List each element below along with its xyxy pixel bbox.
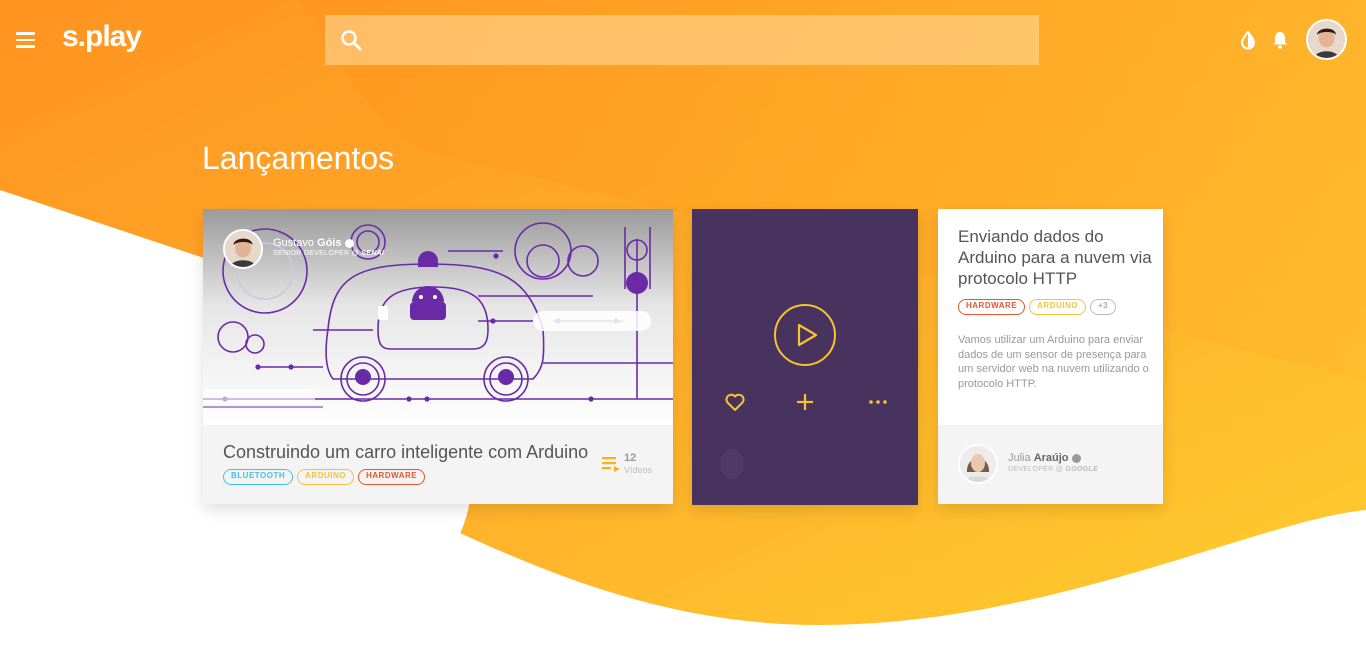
search-icon[interactable] xyxy=(339,28,363,52)
tag-bluetooth[interactable]: BLUETOOTH xyxy=(223,469,294,485)
card-footer: Julia Araújo DEVELOPER @ GOOGLE xyxy=(938,425,1163,504)
course-card-player[interactable] xyxy=(692,209,918,505)
play-icon[interactable] xyxy=(774,304,836,366)
tag-arduino[interactable]: ARDUINO xyxy=(1029,299,1086,315)
author-first-name: Julia xyxy=(1008,452,1031,464)
course-description: Vamos utilizar um Arduino para enviar da… xyxy=(958,334,1149,390)
search-input[interactable] xyxy=(375,15,1025,65)
course-title[interactable]: Enviando dados do Arduino para a nuvem v… xyxy=(958,226,1153,289)
course-card-arduino-car[interactable]: Gustavo Góis SENIOR DEVELOPER @ SENAI Co… xyxy=(203,209,673,504)
verified-icon xyxy=(1071,453,1081,463)
author-name: Julia Araújo xyxy=(1008,452,1081,464)
play-triangle xyxy=(797,323,818,347)
author-org: SENAI xyxy=(361,250,385,257)
search-bar[interactable] xyxy=(325,15,1039,65)
tag-hardware[interactable]: HARDWARE xyxy=(357,469,426,485)
menu-icon[interactable] xyxy=(16,26,42,54)
avatar-image xyxy=(1308,21,1345,58)
author-name: Gustavo Góis xyxy=(273,237,393,249)
more-icon[interactable] xyxy=(867,391,889,413)
author-role-text: SENIOR DEVELOPER @ xyxy=(273,250,360,257)
course-card-arduino-http[interactable]: Enviando dados do Arduino para a nuvem v… xyxy=(938,209,1163,504)
section-title: Lançamentos xyxy=(202,140,395,176)
top-bar: s.play xyxy=(0,0,1366,80)
author-avatar-image xyxy=(225,231,261,267)
tag-arduino[interactable]: ARDUINO xyxy=(297,469,354,485)
author-avatar-image xyxy=(960,446,996,482)
author-org: GOOGLE xyxy=(1065,466,1098,473)
user-avatar[interactable] xyxy=(1306,19,1347,60)
add-icon[interactable] xyxy=(794,391,816,413)
video-label: Vídeos xyxy=(624,465,653,475)
tag-hardware[interactable]: HARDWARE xyxy=(958,299,1026,315)
bell-icon[interactable] xyxy=(1270,30,1290,50)
video-count: 12 xyxy=(624,452,637,464)
author-avatar[interactable] xyxy=(958,444,998,484)
author-role-text: DEVELOPER @ xyxy=(1008,466,1064,473)
tag-list: BLUETOOTH ARDUINO HARDWARE xyxy=(223,469,426,485)
faded-avatar xyxy=(720,449,744,479)
author-role: DEVELOPER @ GOOGLE xyxy=(1008,466,1098,473)
author-last-name: Araújo xyxy=(1033,452,1069,464)
contrast-icon[interactable] xyxy=(1238,30,1258,50)
verified-icon xyxy=(344,238,354,248)
author-first-name: Gustavo xyxy=(273,237,314,249)
tag-list: HARDWARE ARDUINO +3 xyxy=(958,299,1117,315)
app-logo[interactable]: s.play xyxy=(62,20,142,54)
heart-icon[interactable] xyxy=(724,391,746,413)
author-last-name: Góis xyxy=(317,237,342,249)
tag-more[interactable]: +3 xyxy=(1089,299,1117,315)
playlist-icon xyxy=(602,457,620,472)
author-role: SENIOR DEVELOPER @ SENAI xyxy=(273,250,413,257)
author-avatar[interactable] xyxy=(223,229,263,269)
course-thumbnail: Gustavo Góis SENIOR DEVELOPER @ SENAI xyxy=(203,209,673,425)
card-footer: Construindo um carro inteligente com Ard… xyxy=(203,425,673,504)
course-title[interactable]: Construindo um carro inteligente com Ard… xyxy=(223,442,588,463)
